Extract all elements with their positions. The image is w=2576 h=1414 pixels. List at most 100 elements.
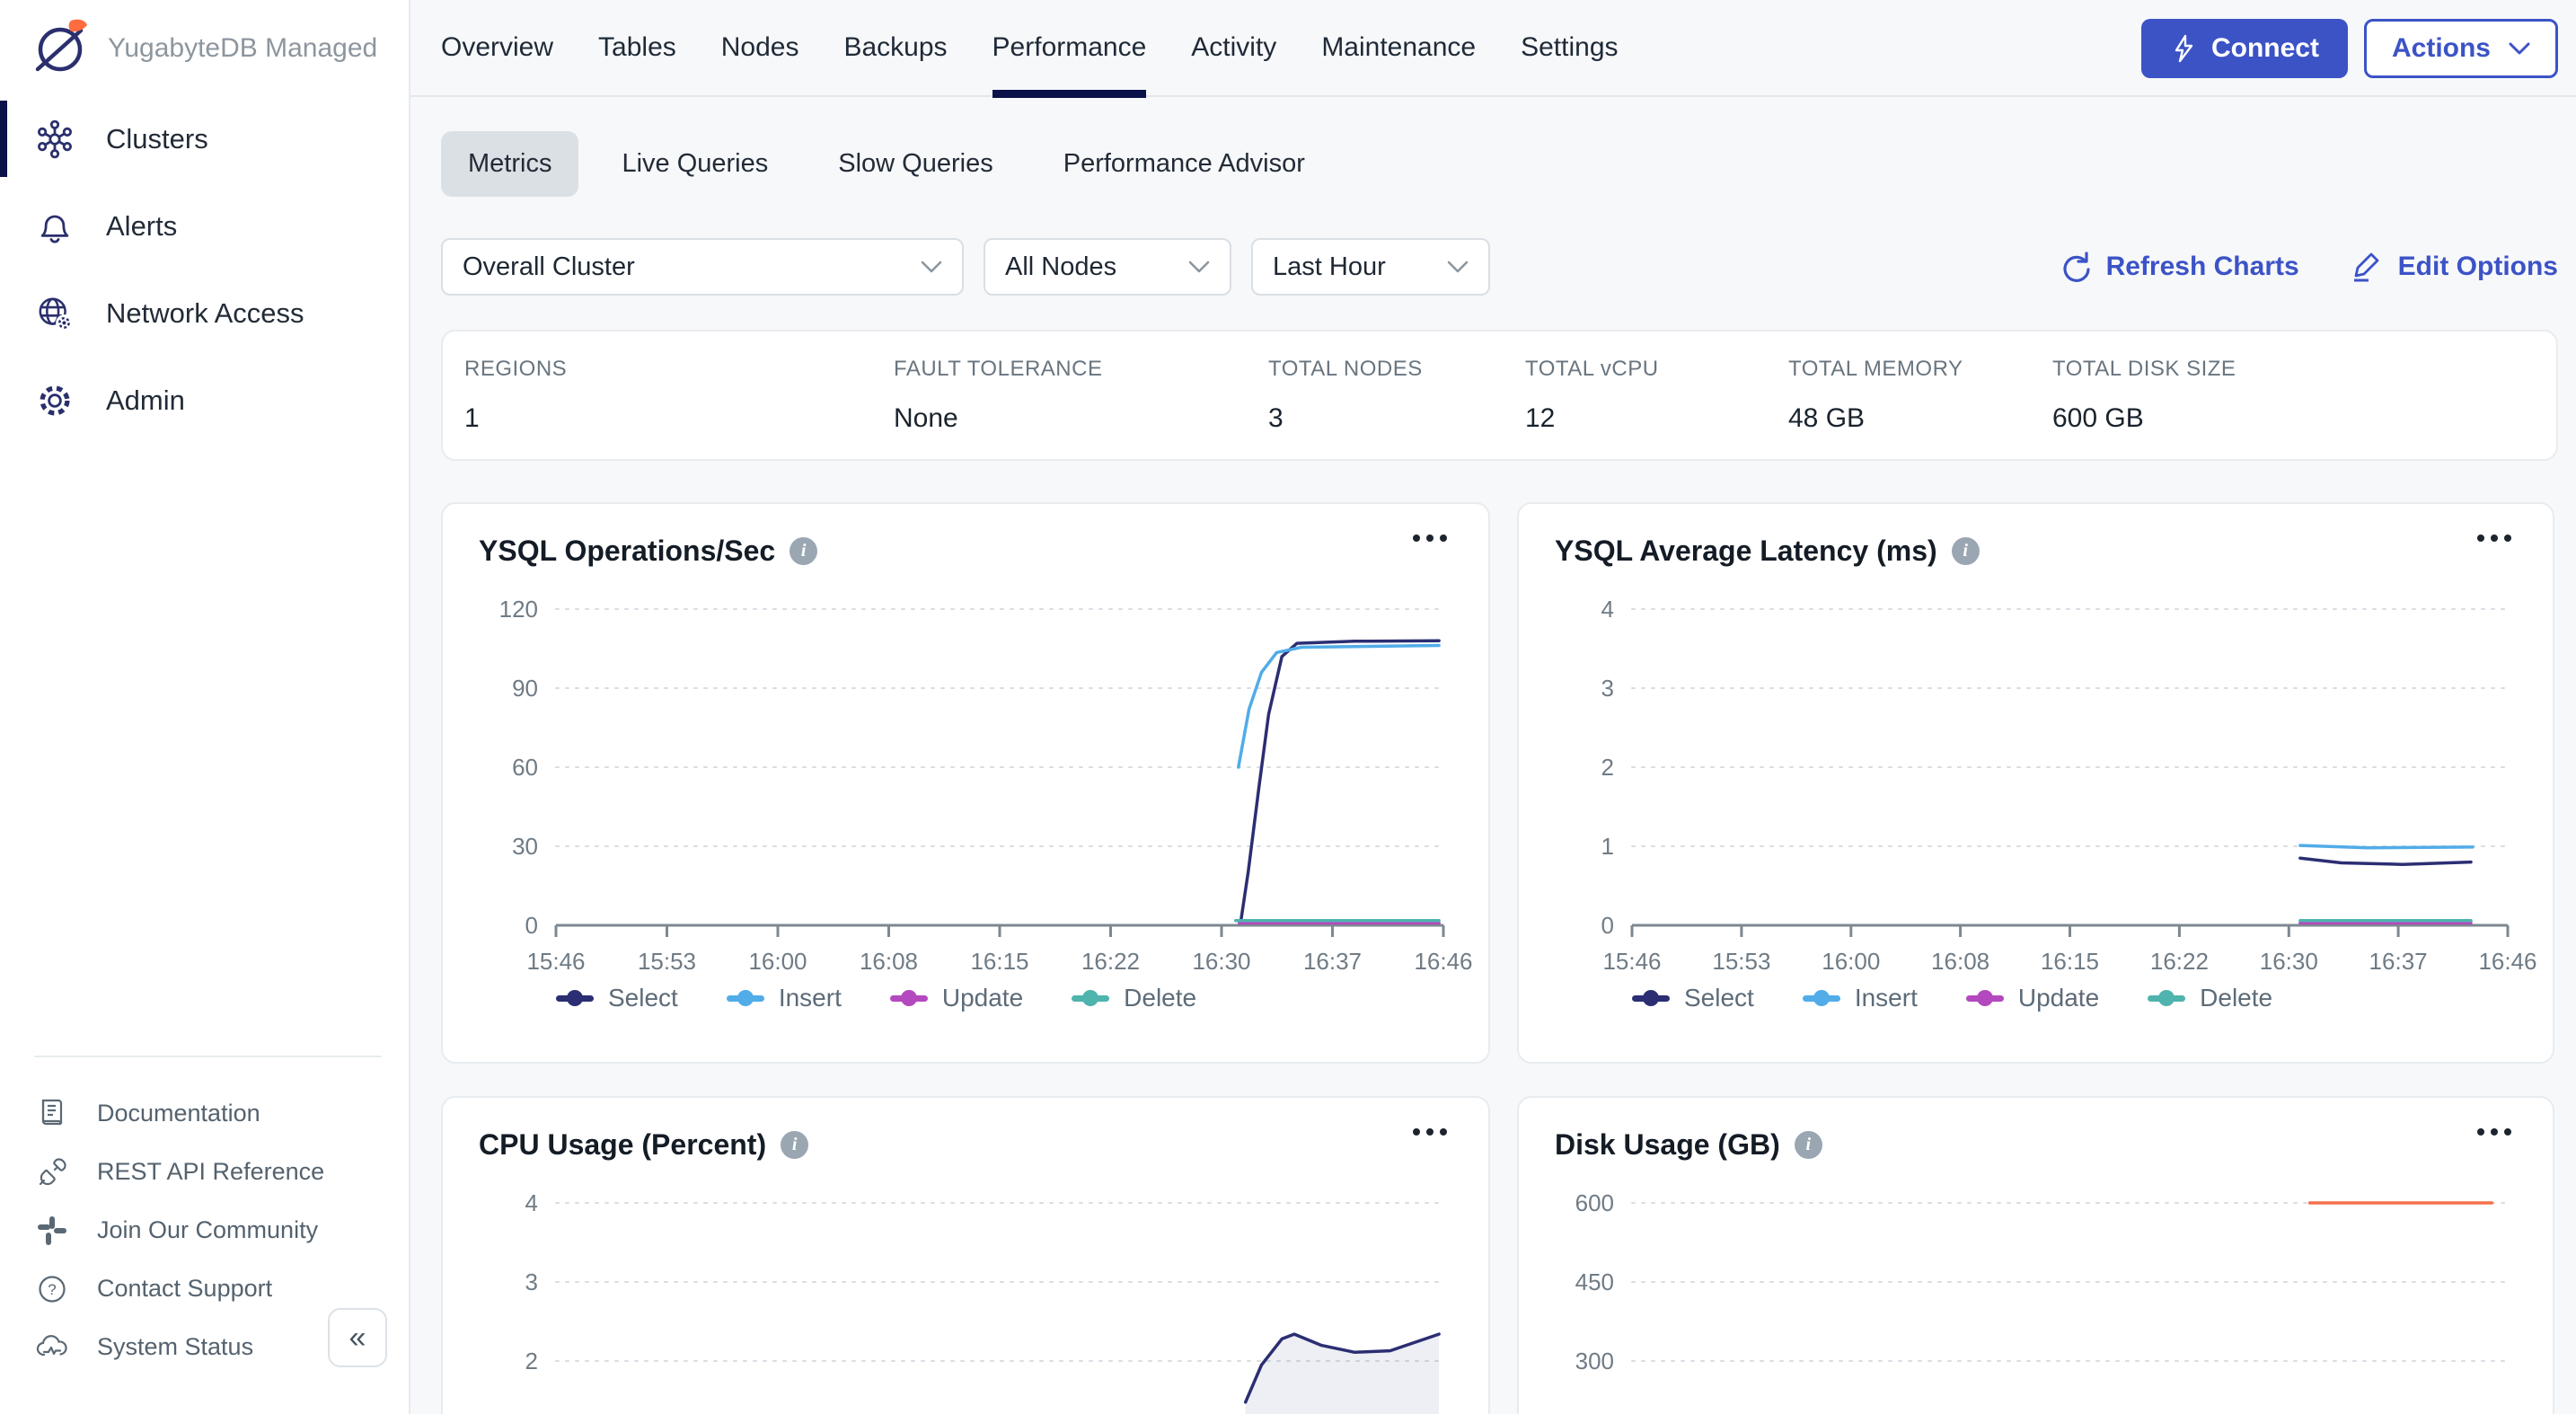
tab-settings[interactable]: Settings (1521, 0, 1618, 96)
stat-label: TOTAL DISK SIZE (2052, 357, 2322, 382)
y-tick-label: 30 (512, 833, 538, 860)
chart-toolbar: Refresh Charts Edit Options (2058, 250, 2558, 284)
x-tick-label: 16:46 (1414, 948, 1472, 975)
tab-maintenance[interactable]: Maintenance (1321, 0, 1476, 96)
sidebar-item-admin[interactable]: Admin (0, 357, 409, 444)
sidebar: YugabyteDB Managed ClustersAlerts Network… (0, 0, 410, 1414)
x-tick-label: 16:22 (2150, 948, 2209, 975)
legend-item-select[interactable]: Select (1632, 984, 1754, 1012)
refresh-charts-button[interactable]: Refresh Charts (2058, 250, 2299, 284)
subtab-metrics[interactable]: Metrics (441, 131, 578, 197)
svg-text:?: ? (48, 1281, 56, 1298)
chart-title: YSQL Average Latency (ms) (1555, 535, 1937, 568)
legend-item-update[interactable]: Update (1966, 984, 2099, 1012)
connect-label: Connect (2211, 33, 2319, 64)
stat-value: 12 (1525, 403, 1788, 434)
y-tick-label: 2 (1601, 754, 1614, 781)
brand-row: YugabyteDB Managed (0, 0, 409, 83)
sidebar-item-network-access[interactable]: Network Access (0, 270, 409, 357)
admin-gear-icon (34, 380, 75, 421)
legend-label: Insert (779, 984, 842, 1012)
stat-regions: REGIONS1 (464, 357, 894, 434)
sidebar-item-label: Network Access (106, 297, 304, 330)
sidebar-footer-label: REST API Reference (97, 1158, 324, 1186)
x-tick-label: 15:53 (1712, 948, 1770, 975)
legend-item-select[interactable]: Select (556, 984, 678, 1012)
sidebar-footer-item-join-our-community[interactable]: Join Our Community (34, 1201, 407, 1259)
x-tick-label: 16:00 (1822, 948, 1880, 975)
alerts-bell-icon (34, 206, 75, 247)
series-select (1241, 641, 1439, 920)
tab-activity[interactable]: Activity (1191, 0, 1276, 96)
chart-header: YSQL Operations/Seci (479, 535, 817, 568)
sidebar-item-alerts[interactable]: Alerts (0, 182, 409, 270)
chart-menu-button[interactable] (1404, 526, 1456, 551)
tab-tables[interactable]: Tables (598, 0, 676, 96)
time-range-select[interactable]: Last Hour (1251, 238, 1490, 296)
subtab-slow-queries[interactable]: Slow Queries (811, 131, 1019, 197)
app-root: YugabyteDB Managed ClustersAlerts Network… (0, 0, 2576, 1414)
stat-label: TOTAL MEMORY (1788, 357, 2052, 382)
legend-item-insert[interactable]: Insert (1803, 984, 1918, 1012)
legend-item-insert[interactable]: Insert (727, 984, 842, 1012)
network-globe-icon (34, 293, 75, 334)
nodes-select-value: All Nodes (1005, 252, 1116, 282)
sidebar-item-label: Admin (106, 384, 185, 417)
edit-options-button[interactable]: Edit Options (2350, 250, 2558, 284)
tab-overview[interactable]: Overview (441, 0, 553, 96)
legend-marker (1072, 995, 1109, 1002)
stat-value: 1 (464, 403, 894, 434)
stat-label: FAULT TOLERANCE (894, 357, 1268, 382)
y-tick-label: 3 (1601, 675, 1614, 702)
x-tick-label: 16:22 (1081, 948, 1140, 975)
tab-backups[interactable]: Backups (843, 0, 947, 96)
stat-value: 3 (1268, 403, 1525, 434)
cluster-scope-select-value: Overall Cluster (463, 252, 635, 282)
x-tick-label: 15:53 (638, 948, 696, 975)
subtab-live-queries[interactable]: Live Queries (595, 131, 795, 197)
legend-marker-dot (1977, 990, 1993, 1006)
stat-total-disk-size: TOTAL DISK SIZE600 GB (2052, 357, 2322, 434)
info-icon[interactable]: i (1795, 1131, 1822, 1159)
y-tick-label: 120 (499, 596, 538, 623)
chart-card-2: 4321015:4615:5316:0016:0816:1516:2216:30… (1517, 502, 2554, 1064)
y-tick-label: 3 (525, 1268, 538, 1295)
legend-item-update[interactable]: Update (890, 984, 1023, 1012)
legend-label: Delete (1124, 984, 1196, 1012)
chart-menu-button[interactable] (2468, 526, 2520, 551)
legend-marker-dot (2158, 990, 2175, 1006)
nodes-select[interactable]: All Nodes (984, 238, 1231, 296)
lightning-bolt-icon (2170, 34, 2197, 63)
connect-button[interactable]: Connect (2141, 19, 2348, 78)
legend-item-delete[interactable]: Delete (2148, 984, 2272, 1012)
sidebar-item-clusters[interactable]: Clusters (0, 95, 409, 182)
cluster-scope-select[interactable]: Overall Cluster (441, 238, 964, 296)
brand-title: YugabyteDB Managed (108, 33, 377, 64)
subtab-performance-advisor[interactable]: Performance Advisor (1037, 131, 1332, 197)
chart-card-4: 600450300150015:4615:5316:0016:0816:1516… (1517, 1096, 2554, 1414)
chart-title: CPU Usage (Percent) (479, 1128, 766, 1162)
y-tick-label: 300 (1575, 1348, 1614, 1374)
stat-label: TOTAL NODES (1268, 357, 1525, 382)
cluster-tabs: Overview Tables Nodes Backups Performance Act… (441, 0, 1619, 95)
stat-label: TOTAL vCPU (1525, 357, 1788, 382)
info-icon[interactable]: i (781, 1131, 808, 1159)
legend-label: Update (942, 984, 1023, 1012)
actions-button[interactable]: Actions (2364, 19, 2558, 78)
chevron-down-icon (903, 261, 942, 274)
legend-item-delete[interactable]: Delete (1072, 984, 1196, 1012)
info-icon[interactable]: i (790, 537, 817, 565)
sidebar-footer-label: Join Our Community (97, 1216, 318, 1244)
tab-performance[interactable]: Performance (992, 0, 1147, 96)
x-tick-label: 15:46 (1602, 948, 1661, 975)
chart-menu-button[interactable] (1404, 1119, 1456, 1144)
sidebar-footer-item-rest-api-reference[interactable]: REST API Reference (34, 1143, 407, 1201)
system-status-cloud-icon (34, 1330, 70, 1365)
legend-marker (890, 995, 928, 1002)
chart-menu-button[interactable] (2468, 1119, 2520, 1144)
sidebar-collapse-button[interactable]: « (328, 1308, 387, 1367)
chart-header: YSQL Average Latency (ms) i (1555, 535, 1980, 568)
sidebar-footer-item-documentation[interactable]: Documentation (34, 1084, 407, 1143)
info-icon[interactable]: i (1952, 537, 1980, 565)
tab-nodes[interactable]: Nodes (721, 0, 799, 96)
